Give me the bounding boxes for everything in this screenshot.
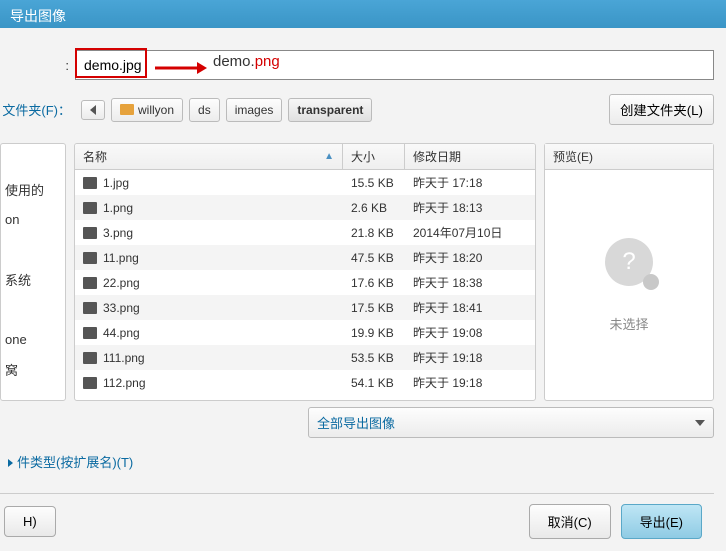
create-folder-button[interactable]: 创建文件夹(L) — [609, 94, 714, 125]
chevron-down-icon — [695, 420, 705, 426]
file-icon — [83, 252, 97, 264]
file-icon — [83, 352, 97, 364]
file-icon — [83, 227, 97, 239]
file-row[interactable]: 1.png 2.6 KB昨天于 18:13 — [75, 195, 535, 220]
file-name: 112.png — [103, 376, 146, 390]
file-date: 昨天于 17:18 — [405, 171, 535, 194]
file-size: 53.5 KB — [343, 348, 405, 368]
file-row[interactable]: 112.png 54.1 KB昨天于 19:18 — [75, 370, 535, 395]
preview-empty-text: 未选择 — [609, 314, 648, 333]
help-button[interactable]: H) — [4, 506, 56, 537]
path-segment-2[interactable]: images — [226, 98, 283, 122]
path-segment-1[interactable]: ds — [189, 98, 220, 122]
chevron-left-icon — [90, 105, 96, 115]
file-size: 54.1 KB — [343, 373, 405, 393]
separator — [0, 493, 714, 494]
places-item[interactable] — [1, 294, 65, 324]
preview-placeholder-icon: ? — [605, 238, 653, 286]
file-type-expander[interactable]: 件类型(按扩展名)(T) — [0, 448, 714, 489]
file-size: 15.5 KB — [343, 173, 405, 193]
file-date: 昨天于 19:18 — [405, 346, 535, 369]
file-size: 21.8 KB — [343, 223, 405, 243]
places-item[interactable]: 使用的 — [1, 174, 65, 204]
file-size: 17.5 KB — [343, 298, 405, 318]
file-size: 2.6 KB — [343, 198, 405, 218]
file-name: 1.jpg — [103, 176, 129, 190]
file-name: 22.png — [103, 276, 140, 290]
file-date: 昨天于 18:41 — [405, 296, 535, 319]
file-icon — [83, 302, 97, 314]
places-item[interactable] — [1, 234, 65, 264]
places-item[interactable] — [1, 144, 65, 174]
file-icon — [83, 327, 97, 339]
preview-panel: 预览(E) ? 未选择 — [544, 143, 714, 401]
places-item[interactable]: on — [1, 204, 65, 234]
places-item[interactable]: one — [1, 324, 65, 354]
file-icon — [83, 177, 97, 189]
file-name: 111.png — [103, 351, 145, 365]
column-header-name[interactable]: 名称 ▲ — [75, 144, 343, 169]
folder-icon — [120, 104, 134, 115]
file-icon — [83, 202, 97, 214]
file-size: 17.6 KB — [343, 273, 405, 293]
places-item[interactable]: 系统 — [1, 264, 65, 294]
cancel-button[interactable]: 取消(C) — [529, 504, 611, 539]
filename-label: : — [0, 58, 75, 73]
column-header-date[interactable]: 修改日期 — [405, 144, 535, 169]
file-size: 47.5 KB — [343, 248, 405, 268]
window-title: 导出图像 — [10, 8, 66, 24]
preview-header: 预览(E) — [545, 144, 713, 170]
file-row[interactable]: 111.png 53.5 KB昨天于 19:18 — [75, 345, 535, 370]
file-date: 昨天于 18:13 — [405, 196, 535, 219]
export-type-dropdown[interactable]: 全部导出图像 — [308, 407, 714, 438]
path-segment-0[interactable]: willyon — [111, 98, 183, 122]
file-row[interactable]: 33.png 17.5 KB昨天于 18:41 — [75, 295, 535, 320]
file-row[interactable]: 3.png 21.8 KB2014年07月10日 — [75, 220, 535, 245]
file-date: 昨天于 18:20 — [405, 246, 535, 269]
file-icon — [83, 377, 97, 389]
file-row[interactable]: 1.jpg 15.5 KB昨天于 17:18 — [75, 170, 535, 195]
file-name: 11.png — [103, 251, 139, 265]
file-list-panel: 名称 ▲ 大小 修改日期 1.jpg 15.5 KB昨天于 17:18 1.png 2… — [74, 143, 536, 401]
file-icon — [83, 277, 97, 289]
places-item[interactable]: 窝 — [1, 354, 65, 384]
filename-input[interactable] — [75, 50, 714, 80]
file-row[interactable]: 22.png 17.6 KB昨天于 18:38 — [75, 270, 535, 295]
places-panel: 使用的 on 系统 one 窝 — [0, 143, 66, 401]
file-date: 2014年07月10日 — [405, 221, 535, 244]
file-size: 19.9 KB — [343, 323, 405, 343]
file-name: 44.png — [103, 326, 140, 340]
path-back-button[interactable] — [81, 100, 105, 120]
titlebar: 导出图像 — [0, 0, 726, 28]
path-segment-3[interactable]: transparent — [288, 98, 372, 122]
file-name: 33.png — [103, 301, 140, 315]
sort-asc-icon: ▲ — [324, 151, 334, 162]
file-name: 1.png — [103, 201, 133, 215]
file-date: 昨天于 19:08 — [405, 321, 535, 344]
chevron-right-icon — [8, 459, 13, 467]
column-header-size[interactable]: 大小 — [343, 144, 405, 169]
file-date: 昨天于 19:18 — [405, 371, 535, 394]
export-button[interactable]: 导出(E) — [621, 504, 702, 539]
file-row[interactable]: 11.png 47.5 KB昨天于 18:20 — [75, 245, 535, 270]
file-name: 3.png — [103, 226, 133, 240]
folder-label: 文件夹(F)： — [0, 100, 75, 119]
file-row[interactable]: 44.png 19.9 KB昨天于 19:08 — [75, 320, 535, 345]
file-date: 昨天于 18:38 — [405, 271, 535, 294]
